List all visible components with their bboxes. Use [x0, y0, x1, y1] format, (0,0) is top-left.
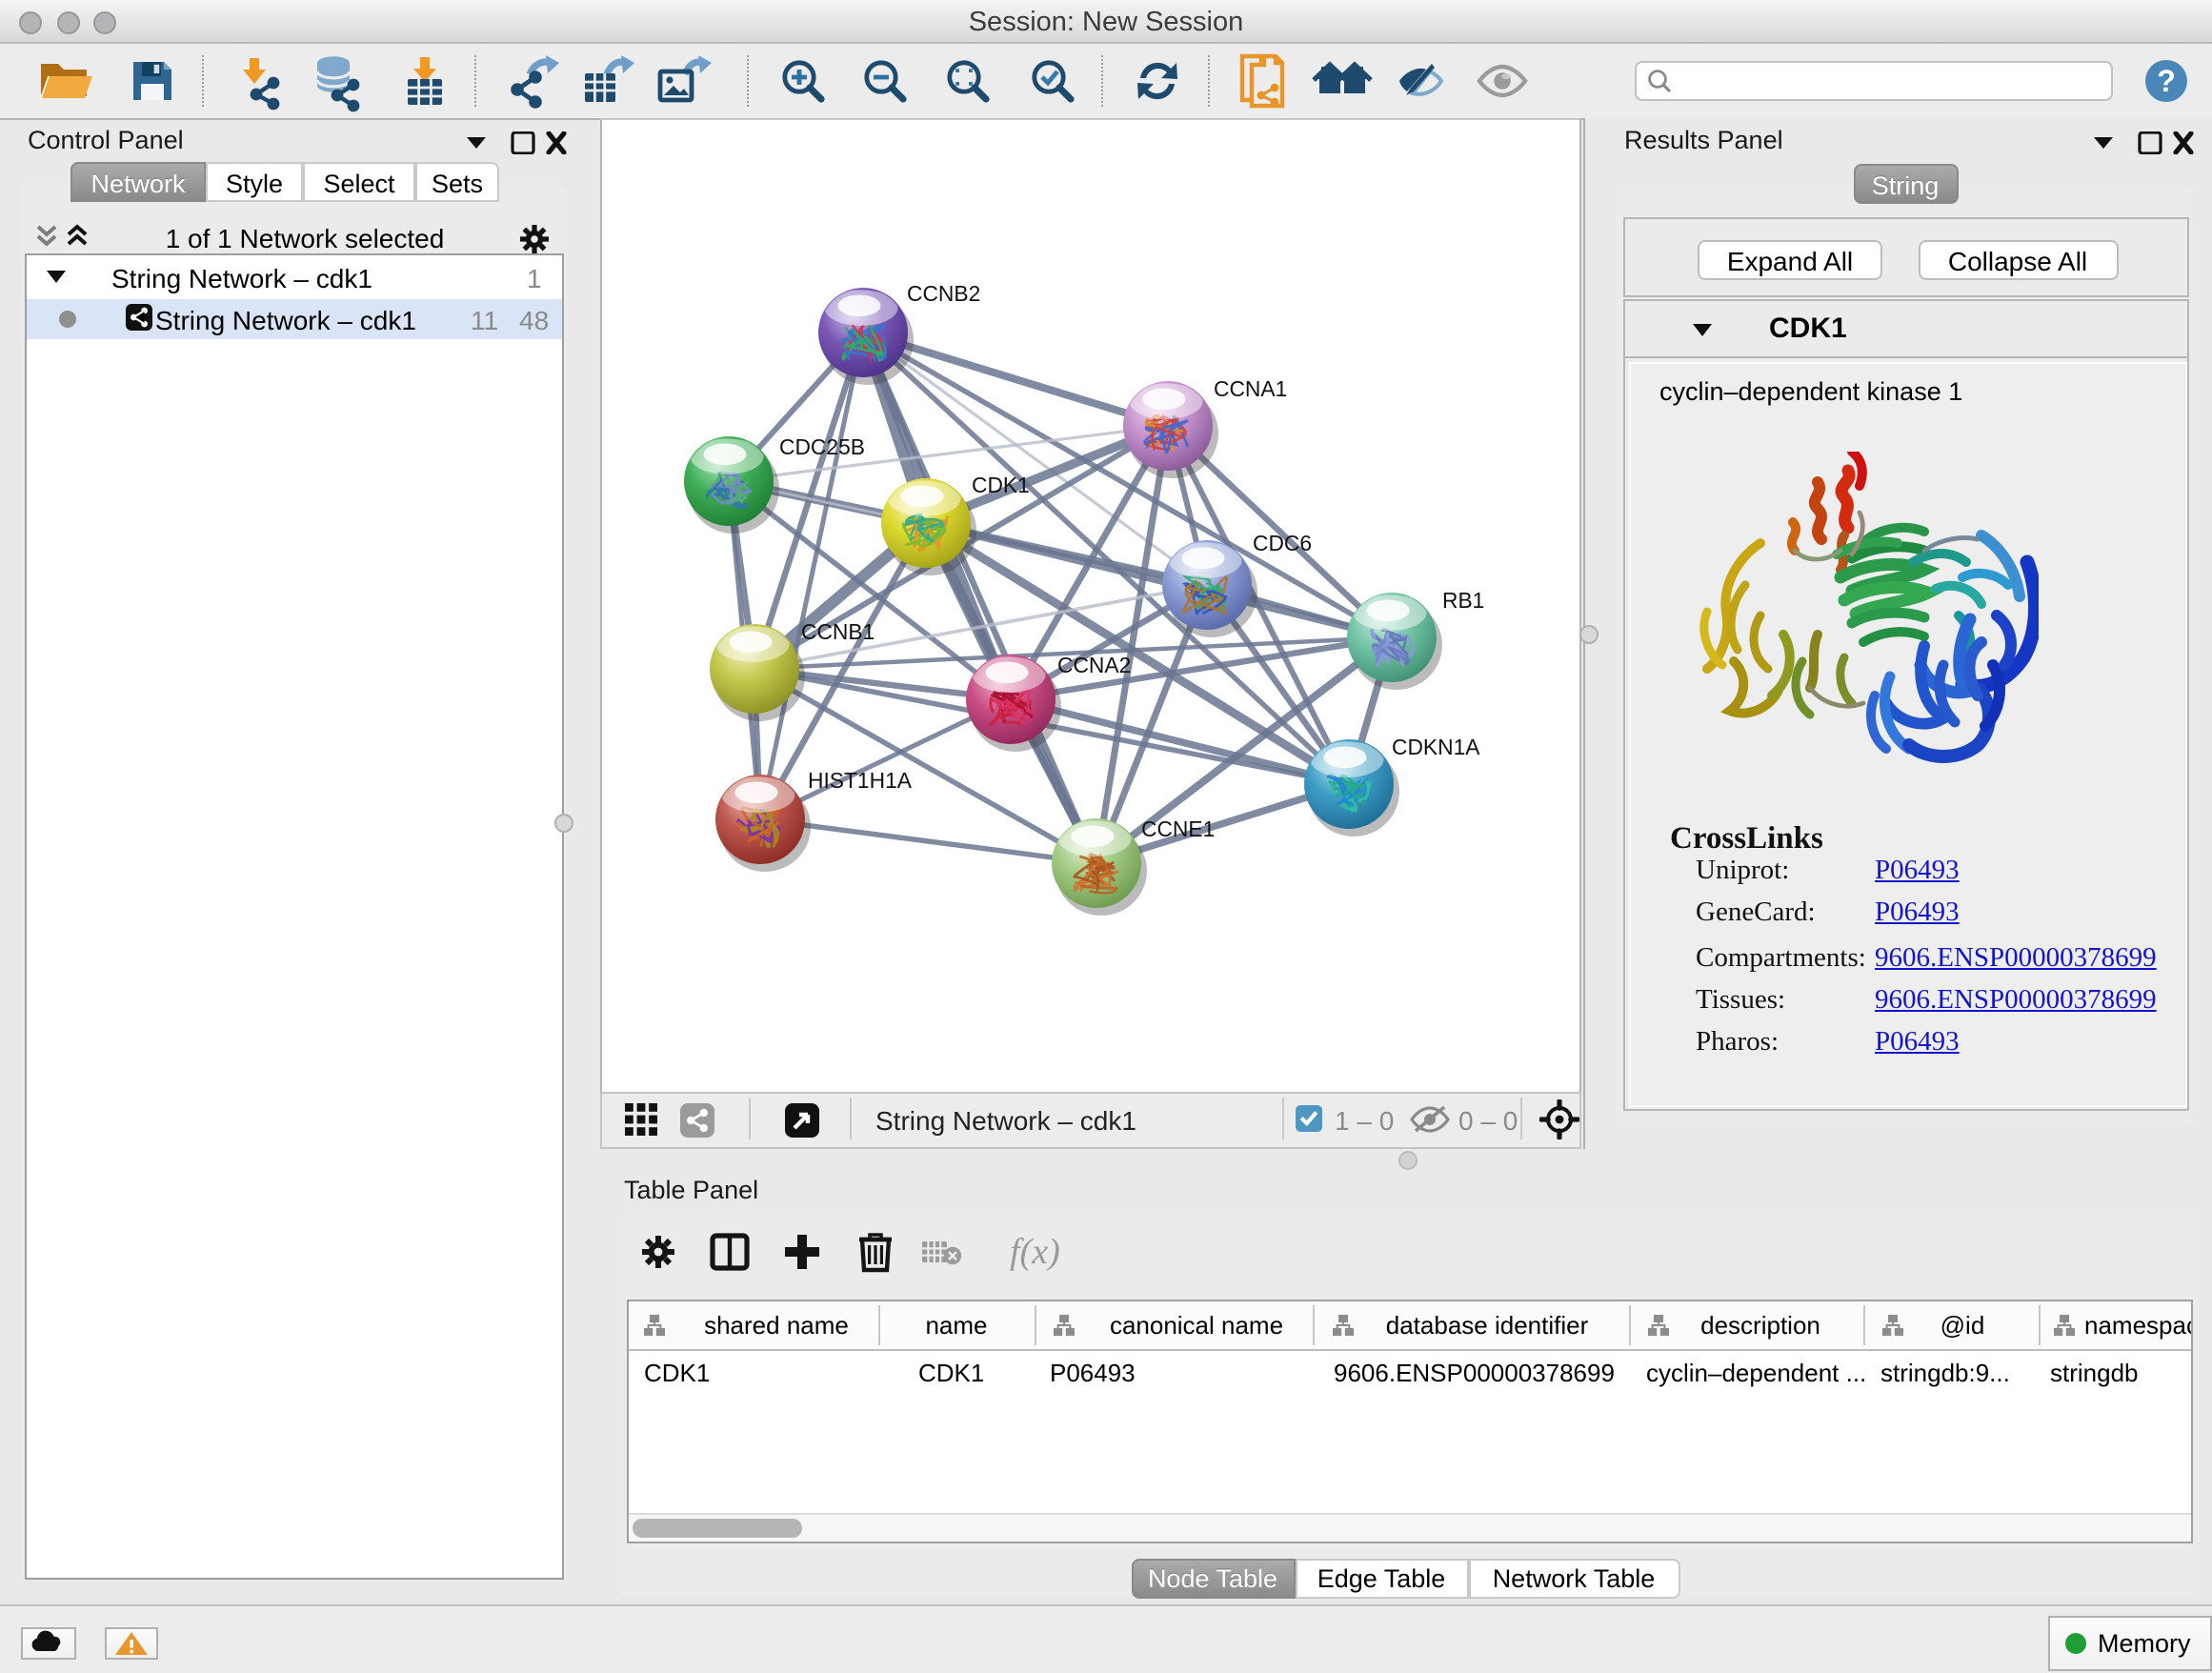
svg-text:CCNA2: CCNA2	[1056, 653, 1130, 677]
svg-text:?: ?	[2157, 63, 2176, 97]
svg-text:HIST1H1A: HIST1H1A	[807, 768, 912, 793]
svg-text:CDKN1A: CDKN1A	[1391, 735, 1479, 759]
svg-text:CDC6: CDC6	[1252, 531, 1311, 555]
svg-text:CCNB2: CCNB2	[906, 281, 979, 306]
svg-text:CDK1: CDK1	[971, 473, 1029, 497]
svg-text:CDC25B: CDC25B	[778, 434, 864, 459]
svg-text:CCNB1: CCNB1	[800, 619, 874, 644]
svg-text:RB1: RB1	[1441, 588, 1483, 613]
svg-text:f(x): f(x)	[1009, 1232, 1059, 1272]
svg-text:CCNE1: CCNE1	[1140, 816, 1214, 841]
svg-text:CCNA1: CCNA1	[1213, 376, 1286, 401]
